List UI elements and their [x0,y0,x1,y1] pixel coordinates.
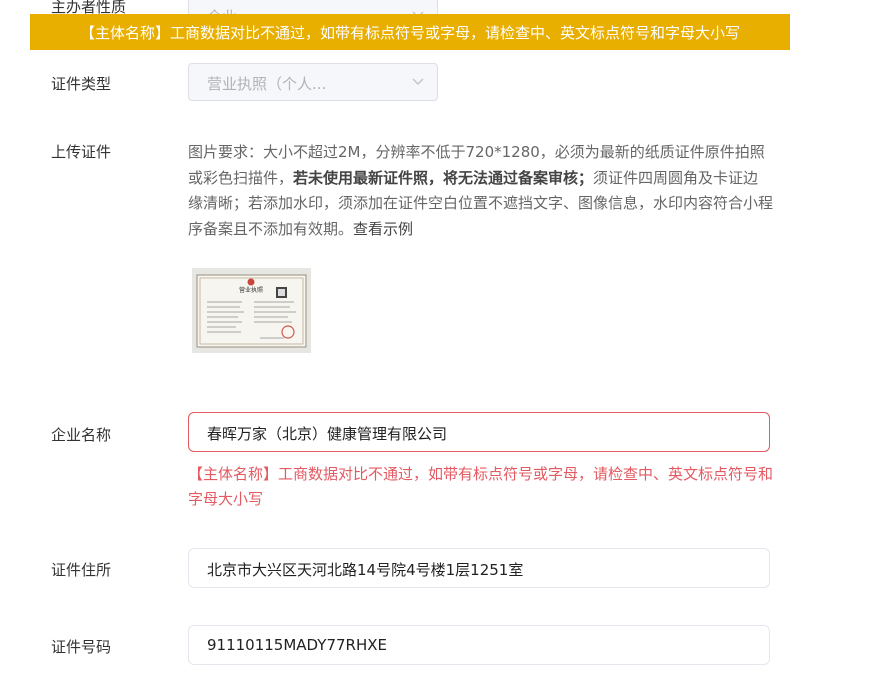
upload-requirements: 图片要求：大小不超过2M，分辨率不低于720*1280，必须为最新的纸质证件原件… [188,140,773,242]
business-license-image: 营业执照 [192,268,311,353]
chevron-down-icon [412,78,424,86]
address-label: 证件住所 [51,561,112,579]
cert-type-select[interactable]: 营业执照（个人... [188,63,438,101]
cert-number-value: 91110115MADY77RHXE [207,636,387,654]
address-input[interactable]: 北京市大兴区天河北路14号院4号楼1层1251室 [188,548,770,588]
upload-desc-warning: 若未使用最新证件照，将无法通过备案审核； [293,168,594,187]
toast-message: 【主体名称】工商数据对比不通过，如带有标点符号或字母，请检查中、英文标点符号和字… [79,23,740,42]
company-name-input[interactable]: 春晖万家（北京）健康管理有限公司 [188,412,770,452]
error-toast: 【主体名称】工商数据对比不通过，如带有标点符号或字母，请检查中、英文标点符号和字… [30,14,790,50]
company-name-error: 【主体名称】工商数据对比不通过，如带有标点符号或字母，请检查中、英文标点符号和字… [188,465,774,508]
view-example-link[interactable]: 查看示例 [353,220,413,238]
address-value: 北京市大兴区天河北路14号院4号楼1层1251室 [207,561,524,579]
license-title: 营业执照 [239,286,263,294]
cert-type-value: 营业执照（个人... [207,75,327,93]
cert-number-input[interactable]: 91110115MADY77RHXE [188,625,770,665]
cert-type-label: 证件类型 [51,75,112,93]
license-thumbnail[interactable]: 营业执照 [192,268,311,353]
company-name-value: 春晖万家（北京）健康管理有限公司 [207,425,448,443]
cert-number-label: 证件号码 [51,638,112,656]
company-name-label: 企业名称 [51,426,112,444]
upload-cert-label: 上传证件 [51,143,112,161]
